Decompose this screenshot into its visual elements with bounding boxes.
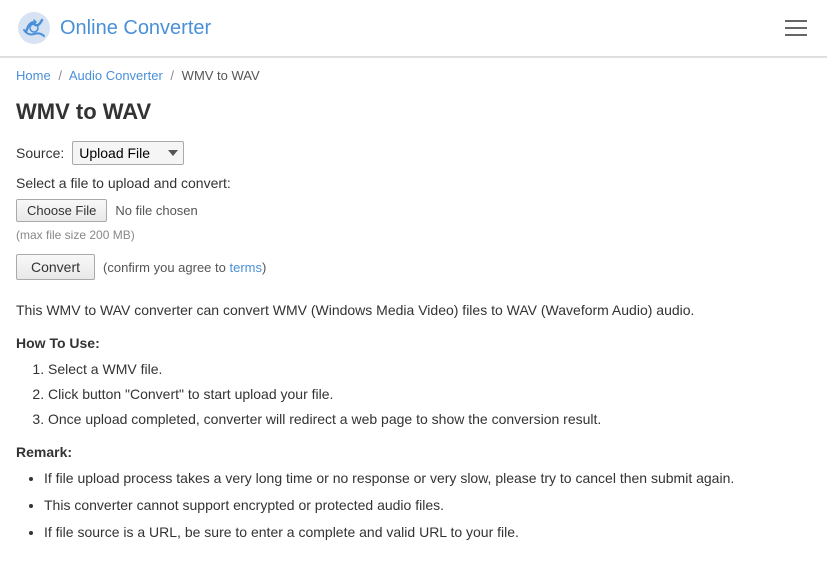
breadcrumb: Home / Audio Converter / WMV to WAV — [0, 58, 827, 89]
page-title: WMV to WAV — [16, 99, 811, 125]
source-label: Source: — [16, 145, 64, 161]
main-content: WMV to WAV Source: Upload File URL Dropb… — [0, 89, 827, 577]
confirm-text: (confirm you agree to terms) — [103, 260, 266, 275]
terms-link[interactable]: terms — [229, 260, 262, 275]
breadcrumb-audio-converter[interactable]: Audio Converter — [69, 68, 163, 83]
breadcrumb-sep-1: / — [58, 68, 62, 83]
list-item: If file source is a URL, be sure to ente… — [44, 522, 811, 543]
breadcrumb-current: WMV to WAV — [182, 68, 260, 83]
breadcrumb-home[interactable]: Home — [16, 68, 51, 83]
list-item: This converter cannot support encrypted … — [44, 495, 811, 516]
source-row: Source: Upload File URL Dropbox Google D… — [16, 141, 811, 165]
remark-title: Remark: — [16, 444, 811, 460]
convert-button[interactable]: Convert — [16, 254, 95, 280]
source-select[interactable]: Upload File URL Dropbox Google Drive — [72, 141, 184, 165]
confirm-prefix: (confirm you agree to — [103, 260, 229, 275]
file-label: Select a file to upload and convert: — [16, 175, 811, 191]
description-text: This WMV to WAV converter can convert WM… — [16, 300, 811, 321]
max-size-text: (max file size 200 MB) — [16, 228, 811, 242]
how-to-list: Select a WMV file. Click button "Convert… — [16, 359, 811, 430]
no-file-text: No file chosen — [115, 203, 197, 218]
breadcrumb-sep-2: / — [170, 68, 174, 83]
logo-text: Online Converter — [60, 17, 211, 40]
convert-row: Convert (confirm you agree to terms) — [16, 254, 811, 280]
file-input-row: Choose File No file chosen — [16, 199, 811, 222]
list-item: If file upload process takes a very long… — [44, 468, 811, 489]
remark-list: If file upload process takes a very long… — [16, 468, 811, 543]
logo-container: Online Converter — [16, 10, 211, 46]
header: Online Converter — [0, 0, 827, 57]
confirm-close: ) — [262, 260, 266, 275]
how-to-title: How To Use: — [16, 335, 811, 351]
menu-icon[interactable] — [781, 16, 811, 40]
list-item: Click button "Convert" to start upload y… — [48, 384, 811, 405]
list-item: Select a WMV file. — [48, 359, 811, 380]
list-item: Once upload completed, converter will re… — [48, 409, 811, 430]
logo-icon — [16, 10, 52, 46]
choose-file-button[interactable]: Choose File — [16, 199, 107, 222]
description-section: This WMV to WAV converter can convert WM… — [16, 300, 811, 543]
